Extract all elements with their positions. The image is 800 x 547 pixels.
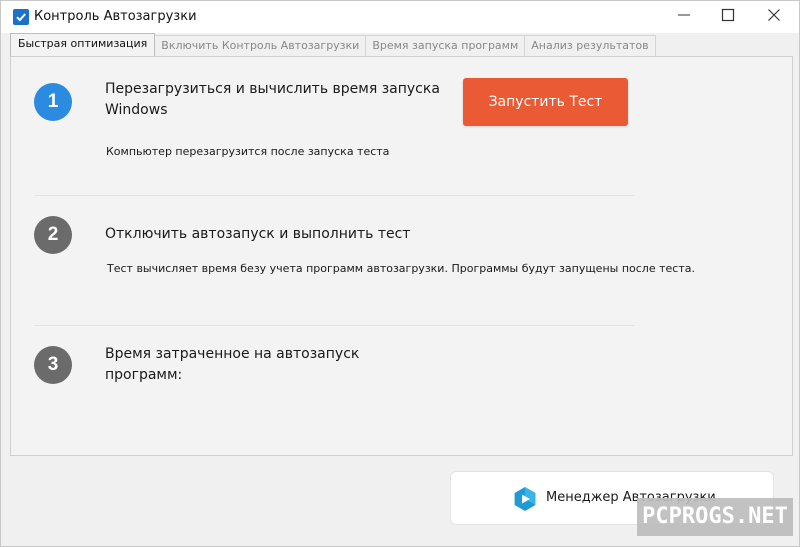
divider xyxy=(35,195,635,196)
step-1-title-line2: Windows xyxy=(105,102,168,118)
step-1-description: Компьютер перезагрузится после запуска т… xyxy=(106,145,390,158)
tab-enable-startup-control[interactable]: Включить Контроль Автозагрузки xyxy=(154,35,367,56)
step-2-title: Отключить автозапуск и выполнить тест xyxy=(105,226,411,242)
close-icon xyxy=(768,9,780,21)
step-1-badge: 1 xyxy=(34,83,72,121)
step-3-title-line2: программ: xyxy=(105,367,183,383)
watermark: PCPROGS.NET xyxy=(637,498,793,536)
step-1-title: Перезагрузиться и вычислить время запуск… xyxy=(105,79,440,121)
quick-optimization-panel: 1 Перезагрузиться и вычислить время запу… xyxy=(10,56,793,456)
minimize-icon xyxy=(678,14,690,16)
checkbox-icon xyxy=(13,9,29,25)
tab-quick-optimization[interactable]: Быстрая оптимизация xyxy=(10,33,156,56)
step-3-title: Время затраченное на автозапуск программ… xyxy=(105,344,359,386)
app-window: Контроль Автозагрузки Быстрая оптимизаци… xyxy=(0,0,800,547)
step-3-title-line1: Время затраченное на автозапуск xyxy=(105,346,360,362)
maximize-button[interactable] xyxy=(705,1,751,31)
run-test-button[interactable]: Запустить Тест xyxy=(463,78,628,126)
step-2-badge: 2 xyxy=(34,216,72,254)
step-1-title-line1: Перезагрузиться и вычислить время запуск… xyxy=(105,81,440,97)
tab-results-analysis[interactable]: Анализ результатов xyxy=(524,35,656,56)
step-3-badge: 3 xyxy=(34,346,72,384)
tab-program-startup-time[interactable]: Время запуска программ xyxy=(365,35,526,56)
maximize-icon xyxy=(721,8,735,22)
step-2-description: Тест вычисляет время безу учета программ… xyxy=(107,262,695,275)
window-title: Контроль Автозагрузки xyxy=(34,9,197,24)
tab-bar: Быстрая оптимизация Включить Контроль Ав… xyxy=(10,33,656,56)
divider xyxy=(35,325,635,326)
minimize-button[interactable] xyxy=(661,1,707,31)
title-bar: Контроль Автозагрузки xyxy=(1,1,799,33)
play-hexagon-icon xyxy=(514,487,536,511)
close-button[interactable] xyxy=(751,1,797,31)
